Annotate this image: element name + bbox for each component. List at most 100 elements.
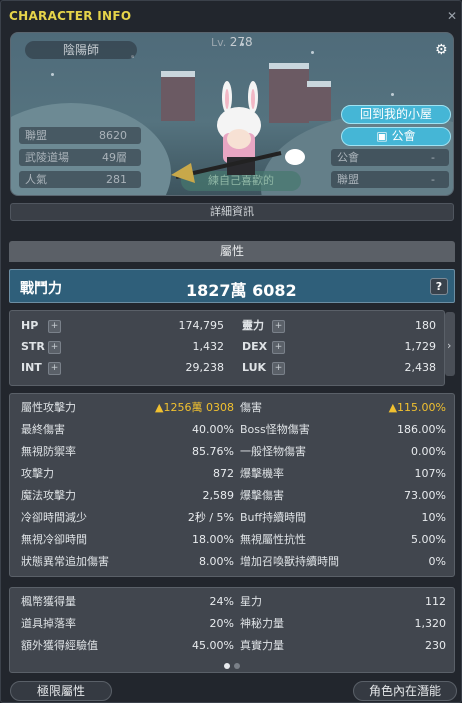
profile-stat-alliance: 聯盟 - (331, 171, 449, 188)
stat-row: INT +29,238 LUK +2,438 (10, 359, 446, 377)
inner-ability-button[interactable]: 角色內在潛能 (353, 681, 457, 701)
plus-icon[interactable]: + (48, 320, 61, 333)
stat-label: DEX (242, 340, 268, 353)
stat-value: 186.00% (397, 423, 446, 436)
stat-value: 20% (209, 617, 234, 630)
stat-value: 18.00% (192, 533, 234, 546)
stat-label: 冷卻時間減少 (21, 511, 87, 524)
combat-stats-panel: 屬性攻擊力 ▲1256萬 0308 傷害 ▲115.00% 最終傷害 40.00% Boss… (9, 393, 455, 577)
plus-icon[interactable]: + (48, 362, 61, 375)
stat-value: 73.00% (404, 489, 446, 502)
stat-value: 5.00% (411, 533, 446, 546)
stat-row: 額外獲得經驗值 45.00% 真實力量 230 (10, 637, 456, 655)
stat-row: 無視防禦率 85.76% 一般怪物傷害 0.00% (10, 443, 456, 461)
snowflake (311, 51, 314, 54)
stat-row: 楓幣獲得量 24% 星力 112 (10, 593, 456, 611)
stat-row: HP +174,795 靈力 +180 (10, 317, 446, 335)
stat-value: 40.00% (192, 423, 234, 436)
stat-value: 872 (213, 467, 234, 480)
character-info-window: CHARACTER INFO ✕ 陰陽師 Lv. 278 ⚙ 聯盟 8620 武陵… (0, 0, 462, 703)
stat-label: 星力 (240, 595, 262, 608)
return-home-button[interactable]: 回到我的小屋 (341, 105, 451, 124)
stat-value: 0% (428, 555, 446, 568)
title-bar[interactable]: CHARACTER INFO ✕ (1, 1, 461, 31)
help-button[interactable]: ? (430, 278, 448, 295)
gear-icon[interactable]: ⚙ (435, 42, 448, 58)
stat-row: 最終傷害 40.00% Boss怪物傷害 186.00% (10, 421, 456, 439)
stat-value: 1,729 (404, 340, 437, 353)
stat-row: 道具掉落率 20% 神秘力量 1,320 (10, 615, 456, 633)
detail-info-button[interactable]: 詳細資訊 (10, 203, 454, 221)
stat-value: 2,589 (202, 489, 235, 502)
stat-label: 爆擊傷害 (240, 489, 284, 502)
combat-power-panel: 戰鬥力 1827萬 6082 ? (9, 269, 455, 303)
stat-label: INT (21, 361, 42, 374)
stat-label: 傷害 (240, 401, 262, 414)
stat-row: 屬性攻擊力 ▲1256萬 0308 傷害 ▲115.00% (10, 399, 456, 417)
snowflake (51, 73, 54, 76)
plus-icon[interactable]: + (272, 362, 285, 375)
stat-label: 真實力量 (240, 639, 284, 652)
close-icon[interactable]: ✕ (445, 9, 459, 23)
stat-label: 爆擊機率 (240, 467, 284, 480)
stat-value: ▲115.00% (388, 401, 446, 414)
stat-label: 額外獲得經驗值 (21, 639, 98, 652)
stat-value: ▲1256萬 0308 (155, 401, 234, 414)
stat-label: 狀態異常追加傷害 (21, 555, 109, 568)
plus-icon[interactable]: + (272, 341, 285, 354)
stat-label: 道具掉落率 (21, 617, 76, 630)
stat-value: 24% (209, 595, 234, 608)
stat-value: 180 (415, 319, 436, 332)
stat-row: 無視冷卻時間 18.00% 無視屬性抗性 5.00% (10, 531, 456, 549)
stat-label: HP (21, 319, 39, 332)
stat-label: LUK (242, 361, 267, 374)
stat-label: 神秘力量 (240, 617, 284, 630)
profile-stat-guild: 公會 - (331, 149, 449, 166)
stat-value: 29,238 (185, 361, 225, 374)
stat-row: 冷卻時間減少 2秒 / 5% Buff持續時間 10% (10, 509, 456, 527)
stat-value: 112 (425, 595, 446, 608)
stat-row: STR +1,432 DEX +1,729 (10, 338, 446, 356)
stat-label: 無視冷卻時間 (21, 533, 87, 546)
stat-row: 攻擊力 872 爆擊機率 107% (10, 465, 456, 483)
plus-icon[interactable]: + (48, 341, 61, 354)
stat-label: Boss怪物傷害 (240, 423, 310, 436)
chevron-right-icon[interactable]: › (447, 339, 451, 352)
snowflake (391, 93, 394, 96)
stat-value: 85.76% (192, 445, 234, 458)
stat-label: 增加召喚獸持續時間 (240, 555, 339, 568)
stat-label: 楓幣獲得量 (21, 595, 76, 608)
stat-value: 2,438 (404, 361, 437, 374)
attributes-section-title: 屬性 (9, 241, 455, 262)
stat-row: 魔法攻擊力 2,589 爆擊傷害 73.00% (10, 487, 456, 505)
stat-label: 屬性攻擊力 (21, 401, 76, 414)
stat-value: 174,795 (178, 319, 225, 332)
stat-value: 2秒 / 5% (187, 511, 234, 524)
profile-stat-dojo: 武陵道場 49層 (19, 149, 141, 166)
guild-icon: ▣ (376, 129, 388, 143)
page-indicator[interactable] (222, 659, 242, 672)
stat-label: 靈力 (242, 319, 264, 332)
stat-label: 最終傷害 (21, 423, 65, 436)
stat-row: 狀態異常追加傷害 8.00% 增加召喚獸持續時間 0% (10, 553, 456, 571)
stat-label: 魔法攻擊力 (21, 489, 76, 502)
character-scene: 陰陽師 Lv. 278 ⚙ 聯盟 8620 武陵道場 49層 人氣 281 公會 - 聯… (10, 32, 454, 196)
guild-button-label: 公會 (391, 129, 416, 143)
plus-icon[interactable]: + (272, 320, 285, 333)
stat-value: 45.00% (192, 639, 234, 652)
stat-value: 0.00% (411, 445, 446, 458)
stat-value: 1,432 (192, 340, 225, 353)
page-dot-active[interactable] (224, 663, 230, 669)
guild-button[interactable]: ▣ 公會 (341, 127, 451, 146)
level-display: Lv. 278 (211, 35, 253, 49)
stat-value: 107% (414, 467, 446, 480)
page-dot[interactable] (234, 663, 240, 669)
stat-label: STR (21, 340, 45, 353)
stat-value: 1,320 (414, 617, 447, 630)
profile-stat-union: 聯盟 8620 (19, 127, 141, 144)
stat-label: 無視屬性抗性 (240, 533, 306, 546)
stat-label: 一般怪物傷害 (240, 445, 306, 458)
hyper-stat-button[interactable]: 極限屬性 (10, 681, 112, 701)
stat-label: 攻擊力 (21, 467, 54, 480)
stat-value: 230 (425, 639, 446, 652)
